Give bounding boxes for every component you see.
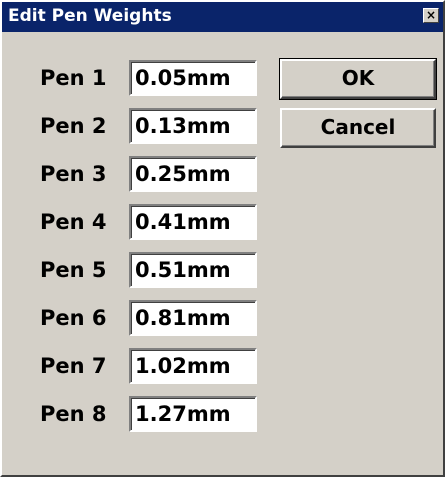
pen-4-weight-input[interactable] (129, 204, 257, 240)
cancel-button[interactable]: Cancel (280, 108, 436, 148)
pen-7-label: Pen 7 (40, 354, 107, 378)
pen-6-weight-input[interactable] (129, 300, 257, 336)
pen-3-label: Pen 3 (40, 162, 107, 186)
dialog-title: Edit Pen Weights (8, 6, 172, 26)
edit-pen-weights-dialog: Edit Pen Weights × Pen 1 Pen 2 Pen 3 Pen… (0, 0, 445, 477)
pen-1-weight-input[interactable] (129, 60, 257, 96)
pen-6-label: Pen 6 (40, 306, 107, 330)
pen-2-weight-input[interactable] (129, 108, 257, 144)
pen-7-weight-input[interactable] (129, 348, 257, 384)
pen-3-weight-input[interactable] (129, 156, 257, 192)
pen-1-label: Pen 1 (40, 66, 107, 90)
pen-2-label: Pen 2 (40, 114, 107, 138)
pen-5-label: Pen 5 (40, 258, 107, 282)
pen-4-label: Pen 4 (40, 210, 107, 234)
pen-8-label: Pen 8 (40, 402, 107, 426)
ok-button[interactable]: OK (279, 58, 437, 100)
title-bar[interactable]: Edit Pen Weights × (2, 2, 443, 32)
pen-5-weight-input[interactable] (129, 252, 257, 288)
pen-8-weight-input[interactable] (129, 396, 257, 432)
close-icon[interactable]: × (423, 8, 439, 23)
